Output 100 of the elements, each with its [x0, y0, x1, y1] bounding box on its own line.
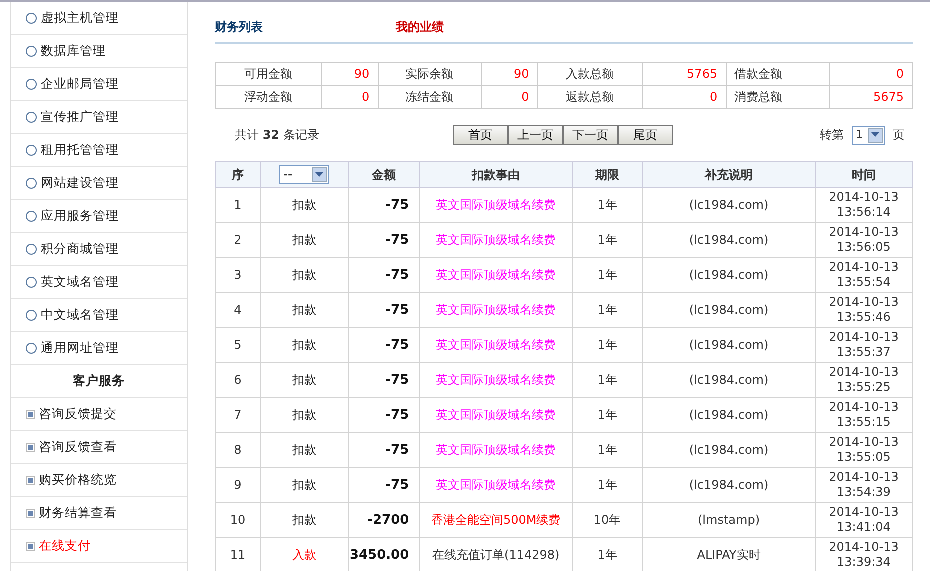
term: 1年: [598, 198, 618, 212]
sidebar-item[interactable]: 财务结算查看: [39, 504, 117, 522]
bullet-icon: [26, 410, 35, 418]
transaction-type: 扣款: [292, 268, 316, 282]
row-number: 8: [234, 442, 242, 456]
bullet-icon: [26, 542, 35, 550]
note: (lc1984.com): [689, 232, 769, 246]
sidebar-item[interactable]: 租用托管管理: [41, 140, 119, 160]
page-button[interactable]: 上一页: [508, 125, 563, 145]
row-number: 7: [234, 408, 242, 422]
row-number: 3: [234, 268, 242, 282]
summary-value: 0: [481, 86, 538, 108]
page-button[interactable]: 首页: [453, 125, 508, 145]
bullet-icon: [26, 442, 35, 452]
goto-label: 转第: [820, 127, 844, 144]
bullet-icon: [26, 112, 37, 122]
sidebar-item[interactable]: 网站建设管理: [41, 174, 119, 192]
timestamp: 2014-10-13 13:39:34: [829, 540, 899, 569]
bullet-icon: [26, 342, 37, 354]
bullet-icon: [26, 276, 37, 288]
section-heading: 客户服务: [73, 372, 125, 390]
sidebar-item[interactable]: 通用网址管理: [41, 338, 119, 358]
summary-label: 可用金额: [216, 62, 322, 86]
term: 1年: [598, 478, 618, 492]
page-button[interactable]: 下一页: [563, 125, 618, 145]
sidebar-item[interactable]: 虚拟主机管理: [41, 8, 119, 28]
transaction-type: 扣款: [292, 198, 316, 212]
row-number: 6: [234, 372, 242, 386]
summary-label: 冻结金额: [378, 86, 482, 108]
column-header: 金额: [372, 168, 396, 182]
row-number: 1: [234, 198, 242, 212]
term: 1年: [598, 408, 618, 422]
amount: 3450.00: [350, 548, 410, 562]
amount: -75: [386, 372, 410, 388]
bullet-icon: [26, 210, 37, 222]
bullet-icon: [26, 78, 37, 90]
amount: -75: [386, 338, 410, 352]
summary-value: 0: [322, 86, 378, 108]
tab[interactable]: 我的业绩: [396, 18, 444, 36]
sidebar-item[interactable]: 宣传推广管理: [41, 108, 119, 126]
amount: -75: [386, 478, 410, 492]
term: 1年: [598, 372, 618, 386]
amount: -75: [386, 268, 410, 282]
page-select[interactable]: 1: [852, 126, 885, 144]
term: 1年: [598, 442, 618, 456]
sidebar-item[interactable]: 中文域名管理: [41, 306, 119, 324]
summary-value: 0: [642, 86, 726, 108]
sidebar-item[interactable]: 咨询反馈查看: [39, 438, 117, 456]
transaction-type: 扣款: [292, 408, 316, 422]
summary-value: 5765: [642, 62, 726, 86]
summary-value: 5675: [829, 86, 912, 108]
timestamp: 2014-10-13 13:55:05: [829, 435, 899, 464]
summary-label: 返款总额: [538, 86, 643, 108]
sidebar-item[interactable]: 积分商城管理: [41, 240, 119, 258]
sidebar-item[interactable]: 应用服务管理: [41, 206, 119, 226]
summary-value: 0: [829, 62, 912, 86]
note: (lc1984.com): [689, 198, 769, 212]
sidebar-item[interactable]: 购买价格统览: [39, 470, 117, 490]
bullet-icon: [26, 310, 37, 320]
transaction-type: 入款: [292, 548, 316, 562]
deduction-reason: 英文国际顶级域名续费: [436, 302, 556, 316]
sidebar-item[interactable]: 在线支付: [39, 536, 91, 556]
sidebar-item[interactable]: 英文域名管理: [41, 272, 119, 292]
column-header: 期限: [596, 168, 620, 182]
deduction-reason: 英文国际顶级域名续费: [436, 408, 556, 422]
timestamp: 2014-10-13 13:56:14: [829, 190, 899, 219]
note: (lc1984.com): [689, 408, 769, 422]
transaction-type: 扣款: [292, 232, 316, 246]
sidebar-item[interactable]: 数据库管理: [41, 42, 106, 60]
column-header: 扣款事由: [472, 168, 520, 182]
note: (lc1984.com): [689, 268, 769, 282]
note: (lc1984.com): [689, 372, 769, 386]
deduction-reason: 英文国际顶级域名续费: [436, 232, 556, 246]
sidebar-item[interactable]: 咨询反馈提交: [39, 404, 117, 424]
record-count: 共计 32 条记录: [235, 127, 320, 144]
summary-value: 90: [322, 62, 378, 86]
term: 1年: [598, 268, 618, 282]
tab[interactable]: 财务列表: [215, 18, 263, 36]
page-button[interactable]: 尾页: [618, 125, 673, 145]
bullet-icon: [26, 476, 35, 484]
timestamp: 2014-10-13 13:54:39: [829, 470, 899, 499]
transaction-type: 扣款: [292, 372, 316, 386]
term: 1年: [598, 548, 618, 562]
transaction-type: 扣款: [292, 442, 316, 456]
timestamp: 2014-10-13 13:55:46: [829, 295, 899, 324]
amount: -75: [386, 408, 410, 422]
bullet-icon: [26, 508, 35, 518]
bullet-icon: [26, 46, 37, 56]
deduction-reason: 英文国际顶级域名续费: [436, 268, 556, 282]
type-filter-select[interactable]: --: [279, 165, 330, 184]
sidebar-item[interactable]: 企业邮局管理: [41, 74, 119, 94]
amount: -2700: [368, 512, 410, 528]
transaction-type: 扣款: [292, 338, 316, 352]
summary-value: 90: [481, 62, 538, 86]
summary-label: 浮动金额: [216, 86, 322, 108]
row-number: 11: [230, 548, 246, 562]
term: 1年: [598, 338, 618, 352]
bullet-icon: [26, 244, 37, 254]
amount: -75: [386, 442, 410, 458]
note: (lc1984.com): [689, 338, 769, 352]
